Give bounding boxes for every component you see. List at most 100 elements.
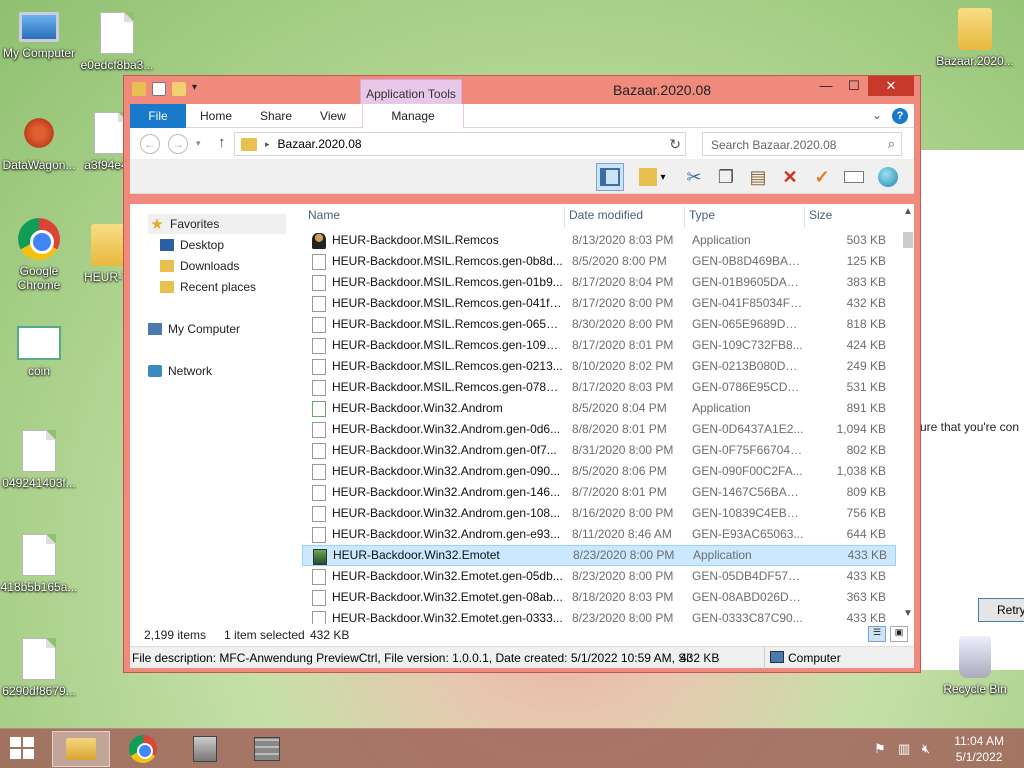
breadcrumb-item[interactable]: Bazaar.2020.08 xyxy=(278,137,362,151)
file-name-cell: HEUR-Backdoor.Win32.Androm.gen-0f7... xyxy=(332,443,557,457)
preview-pane-icon[interactable] xyxy=(596,163,624,191)
taskbar-file-explorer[interactable] xyxy=(52,731,110,767)
column-header-size[interactable]: Size xyxy=(809,208,889,228)
desktop-icon-recycle-bin[interactable]: Recycle Bin xyxy=(936,636,1014,696)
forward-button[interactable]: → xyxy=(168,134,188,154)
copy-icon[interactable]: ❐ xyxy=(712,163,740,191)
cut-icon[interactable]: ✂ xyxy=(680,163,708,191)
expand-ribbon-icon[interactable]: ⌄ xyxy=(872,108,882,124)
table-row[interactable]: HEUR-Backdoor.MSIL.Remcos.gen-041f8... 8/… xyxy=(302,293,896,314)
action-center-flag-icon[interactable]: ⚑ xyxy=(874,741,886,757)
scroll-thumb[interactable] xyxy=(903,232,913,248)
table-row[interactable]: HEUR-Backdoor.MSIL.Remcos.gen-0b8d... 8/5… xyxy=(302,251,896,272)
retry-button[interactable]: Retry xyxy=(978,598,1024,622)
nav-desktop[interactable]: Desktop xyxy=(160,238,224,252)
desktop-icon-file-418b5b[interactable]: 418b5b165a... xyxy=(0,534,78,594)
scroll-down-icon[interactable]: ▼ xyxy=(902,608,914,622)
column-header-name[interactable]: Name xyxy=(308,208,558,228)
desktop-icon-datawagon[interactable]: DataWagon... xyxy=(0,112,78,172)
file-name-cell: HEUR-Backdoor.Win32.Androm.gen-090... xyxy=(332,464,561,478)
column-divider[interactable] xyxy=(804,206,805,228)
network-icon[interactable]: ▥ xyxy=(898,741,910,757)
table-row[interactable]: HEUR-Backdoor.MSIL.Remcos.gen-0213... 8/1… xyxy=(302,356,896,377)
nav-my-computer[interactable]: My Computer xyxy=(148,322,240,336)
windows-start-icon[interactable] xyxy=(10,737,36,761)
tab-manage[interactable]: Manage xyxy=(362,103,464,128)
table-row[interactable]: HEUR-Backdoor.Win32.Androm.gen-e93... 8/1… xyxy=(302,524,896,545)
table-row[interactable]: HEUR-Backdoor.Win32.Androm.gen-146... 8/7… xyxy=(302,482,896,503)
size-cell: 503 KB xyxy=(846,233,886,247)
tab-view[interactable]: View xyxy=(306,104,360,128)
file-icon xyxy=(312,611,326,624)
search-input[interactable]: Search Bazaar.2020.08 ⌕ xyxy=(702,132,902,156)
rename-icon[interactable] xyxy=(840,163,868,191)
table-row[interactable]: HEUR-Backdoor.Win32.Androm.gen-0f7... 8/3… xyxy=(302,440,896,461)
search-icon[interactable]: ⌕ xyxy=(888,136,895,152)
table-row[interactable]: HEUR-Backdoor.Win32.Emotet 8/23/2020 8:00… xyxy=(302,545,896,566)
network-icon xyxy=(148,365,162,377)
table-row[interactable]: HEUR-Backdoor.MSIL.Remcos.gen-109c7... 8/… xyxy=(302,335,896,356)
scroll-up-icon[interactable]: ▲ xyxy=(902,206,914,220)
date-cell: 8/17/2020 8:03 PM xyxy=(572,380,674,394)
close-button[interactable]: ✕ xyxy=(868,76,914,96)
desktop-icon-file-e0edcf[interactable]: e0edcf8ba3... xyxy=(78,12,156,72)
vertical-scrollbar[interactable]: ▲ ▼ xyxy=(902,204,914,624)
help-icon[interactable]: ? xyxy=(892,108,908,124)
minimize-button[interactable]: — xyxy=(812,76,840,96)
table-row[interactable]: HEUR-Backdoor.Win32.Androm.gen-0d6... 8/8… xyxy=(302,419,896,440)
breadcrumb-separator[interactable]: ▸ xyxy=(265,139,270,150)
column-header-type[interactable]: Type xyxy=(689,208,799,228)
nav-favorites[interactable]: ★ Favorites xyxy=(148,214,286,234)
desktop-icon-bazaar-folder[interactable]: Bazaar.2020... xyxy=(936,8,1014,68)
desktop-icon-file-049241[interactable]: 049241403f... xyxy=(0,430,78,490)
column-divider[interactable] xyxy=(564,206,565,228)
tab-file[interactable]: File xyxy=(130,103,186,128)
details-view-icon[interactable]: ☰ xyxy=(868,626,886,642)
nav-recent-places[interactable]: Recent places xyxy=(160,280,256,294)
title-bar[interactable]: ▾ Application Tools Bazaar.2020.08 — ☐ ✕ xyxy=(124,76,920,105)
address-bar[interactable]: ▸ Bazaar.2020.08 ↻ xyxy=(234,132,686,156)
divider xyxy=(764,647,765,669)
back-button[interactable]: ← xyxy=(140,134,160,154)
clock[interactable]: 11:04 AM 5/1/2022 xyxy=(954,733,1004,765)
taskbar-app[interactable] xyxy=(238,731,296,767)
table-row[interactable]: HEUR-Backdoor.MSIL.Remcos 8/13/2020 8:03 … xyxy=(302,230,896,251)
column-header-date[interactable]: Date modified xyxy=(569,208,679,228)
taskbar-chrome[interactable] xyxy=(114,731,172,767)
chrome-icon xyxy=(129,735,157,763)
nav-downloads[interactable]: Downloads xyxy=(160,259,239,273)
desktop-icon-my-computer[interactable]: My Computer xyxy=(0,12,78,60)
table-row[interactable]: HEUR-Backdoor.Win32.Emotet.gen-05db... 8/… xyxy=(302,566,896,587)
type-cell: GEN-05DB4DF57A... xyxy=(692,569,804,583)
size-cell: 809 KB xyxy=(846,485,886,499)
table-row[interactable]: HEUR-Backdoor.Win32.Emotet.gen-08ab... 8/… xyxy=(302,587,896,608)
table-row[interactable]: HEUR-Backdoor.MSIL.Remcos.gen-01b9... 8/1… xyxy=(302,272,896,293)
nav-network[interactable]: Network xyxy=(148,364,212,378)
globe-icon[interactable] xyxy=(874,163,902,191)
table-row[interactable]: HEUR-Backdoor.Win32.Androm.gen-090... 8/5… xyxy=(302,461,896,482)
delete-icon[interactable]: ✕ xyxy=(776,163,804,191)
maximize-button[interactable]: ☐ xyxy=(840,76,868,96)
up-button[interactable]: ↑ xyxy=(218,134,226,151)
table-row[interactable]: HEUR-Backdoor.MSIL.Remcos.gen-065e9... 8/… xyxy=(302,314,896,335)
column-divider[interactable] xyxy=(684,206,685,228)
date-cell: 8/13/2020 8:03 PM xyxy=(572,233,674,247)
large-icons-view-icon[interactable]: ▣ xyxy=(890,626,908,642)
table-row[interactable]: HEUR-Backdoor.Win32.Androm 8/5/2020 8:04 … xyxy=(302,398,896,419)
checkmark-icon[interactable]: ✓ xyxy=(808,163,836,191)
table-row[interactable]: HEUR-Backdoor.Win32.Emotet.gen-0333... 8/… xyxy=(302,608,896,624)
tab-home[interactable]: Home xyxy=(186,104,246,128)
volume-muted-icon[interactable]: 🔇︎ xyxy=(922,741,930,757)
table-row[interactable]: HEUR-Backdoor.MSIL.Remcos.gen-0786e... 8/… xyxy=(302,377,896,398)
desktop-icon-google-chrome[interactable]: Google Chrome xyxy=(0,218,78,292)
paste-icon[interactable]: ▤ xyxy=(744,163,772,191)
refresh-icon[interactable]: ↻ xyxy=(669,136,681,153)
file-icon xyxy=(312,485,326,501)
table-row[interactable]: HEUR-Backdoor.Win32.Androm.gen-108... 8/1… xyxy=(302,503,896,524)
recent-locations-icon[interactable]: ▾ xyxy=(196,138,201,149)
tab-share[interactable]: Share xyxy=(246,104,306,128)
desktop-icon-coin[interactable]: coin xyxy=(0,326,78,378)
taskbar-app[interactable] xyxy=(176,731,234,767)
chevron-down-icon[interactable]: ▾ xyxy=(656,163,670,191)
desktop-icon-file-6290df[interactable]: 6290df8679... xyxy=(0,638,78,698)
